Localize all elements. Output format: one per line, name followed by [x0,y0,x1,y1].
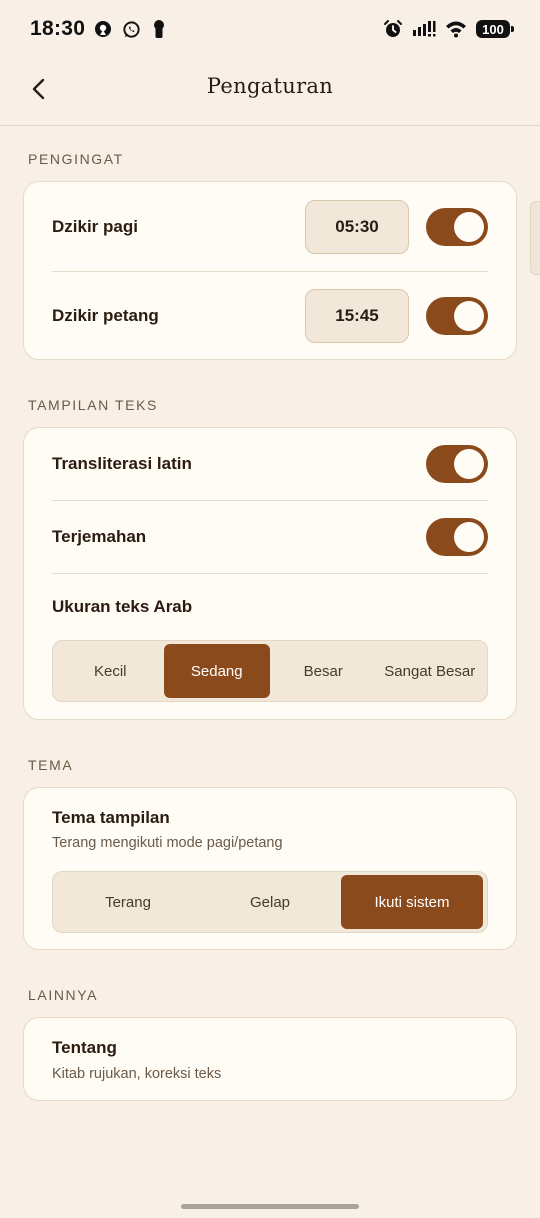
page-title: Pengaturan [206,74,334,98]
alarm-icon [383,19,403,39]
toggle-knob [454,522,484,552]
divider [52,271,488,272]
reminder-row-morning: Dzikir pagi 05:30 [52,199,488,255]
reminder-row-evening: Dzikir petang 15:45 [52,288,488,344]
time-picker-evening[interactable]: 15:45 [305,289,409,343]
home-indicator[interactable] [181,1204,359,1209]
transliteration-label: Transliterasi latin [52,454,192,473]
edge-handle[interactable] [530,201,540,275]
size-option-small[interactable]: Kecil [57,644,164,698]
reminders-card: Dzikir pagi 05:30 Dzikir petang 15:45 [23,181,517,360]
app-icon [93,19,113,39]
text-display-card: Transliterasi latin Terjemahan Ukuran te… [23,427,517,720]
size-option-extra-large[interactable]: Sangat Besar [377,644,484,698]
section-label-others: LAINNYA [28,987,99,1003]
about-item[interactable]: Tentang Kitab rujukan, koreksi teks [23,1017,517,1101]
theme-option-dark[interactable]: Gelap [199,875,341,929]
divider [52,500,488,501]
status-bar: 18:30 100 [0,0,540,58]
toggle-translation[interactable] [426,518,488,556]
translation-label: Terjemahan [52,527,147,546]
toggle-morning-reminder[interactable] [426,208,488,246]
section-label-reminders: PENGINGAT [28,151,124,167]
status-right: 100 [383,19,514,39]
signal-icon [412,19,436,39]
transliteration-row: Transliterasi latin [52,444,488,484]
reminder-label-morning: Dzikir pagi [52,217,138,236]
about-title: Tentang [52,1038,117,1057]
section-label-theme: TEMA [28,757,74,773]
translation-row: Terjemahan [52,517,488,557]
theme-card: Tema tampilan Terang mengikuti mode pagi… [23,787,517,950]
theme-description: Terang mengikuti mode pagi/petang [52,835,283,851]
arabic-size-label: Ukuran teks Arab [52,597,193,616]
size-option-large[interactable]: Besar [270,644,377,698]
arabic-size-selector: Kecil Sedang Besar Sangat Besar [52,640,488,702]
section-label-text-display: TAMPILAN TEKS [28,397,158,413]
battery-icon: 100 [476,20,514,38]
whatsapp-icon [121,19,141,39]
theme-selector: Terang Gelap Ikuti sistem [52,871,488,933]
keyhole-icon [149,19,169,39]
toggle-transliteration[interactable] [426,445,488,483]
toggle-knob [454,212,484,242]
toggle-knob [454,449,484,479]
app-bar: Pengaturan [0,58,540,126]
status-left: 18:30 [30,17,169,41]
toggle-knob [454,301,484,331]
theme-option-light[interactable]: Terang [57,875,199,929]
reminder-label-evening: Dzikir petang [52,306,159,325]
time-picker-morning[interactable]: 05:30 [305,200,409,254]
about-description: Kitab rujukan, koreksi teks [52,1066,222,1082]
theme-option-system[interactable]: Ikuti sistem [341,875,483,929]
size-option-medium[interactable]: Sedang [163,644,270,698]
toggle-evening-reminder[interactable] [426,297,488,335]
divider [52,573,488,574]
theme-title: Tema tampilan [52,808,170,827]
status-time: 18:30 [30,17,86,40]
wifi-icon [445,19,467,39]
